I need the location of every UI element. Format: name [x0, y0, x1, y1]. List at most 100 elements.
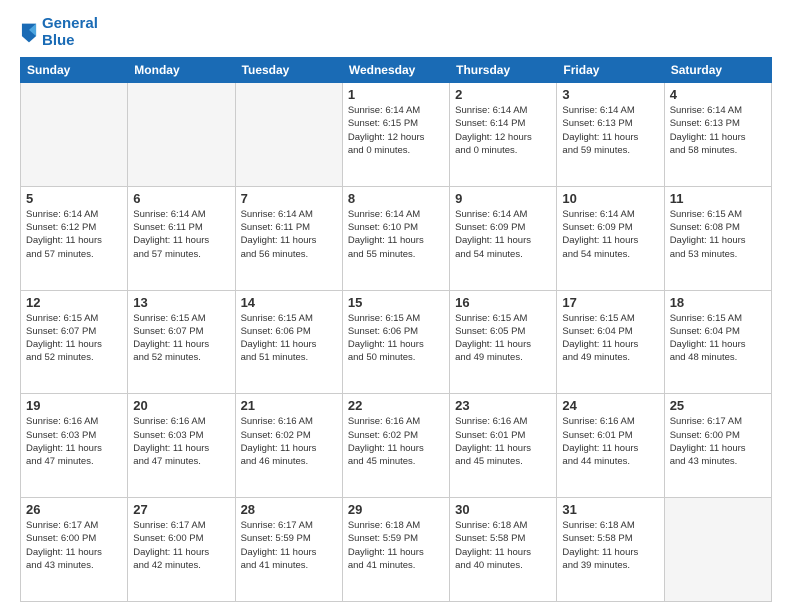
day-number: 24: [562, 398, 658, 413]
day-number: 3: [562, 87, 658, 102]
day-info: Sunrise: 6:14 AM Sunset: 6:11 PM Dayligh…: [133, 208, 229, 261]
calendar-cell-0-4: 2Sunrise: 6:14 AM Sunset: 6:14 PM Daylig…: [450, 83, 557, 187]
day-number: 30: [455, 502, 551, 517]
calendar-cell-0-5: 3 Sunrise: 6:14 AM Sunset: 6:13 PM Daylig…: [557, 83, 664, 187]
day-number: 31: [562, 502, 658, 517]
week-row-2: 12 Sunrise: 6:15 AM Sunset: 6:07 PM Dayli…: [21, 290, 772, 394]
day-info: Sunrise: 6:16 AM Sunset: 6:03 PM Dayligh…: [133, 415, 229, 468]
day-info: Sunrise: 6:18 AM Sunset: 5:58 PM Dayligh…: [455, 519, 551, 572]
day-info: Sunrise: 6:18 AM Sunset: 5:59 PM Dayligh…: [348, 519, 444, 572]
calendar-cell-2-4: 16Sunrise: 6:15 AM Sunset: 6:05 PM Dayli…: [450, 290, 557, 394]
calendar-cell-2-0: 12 Sunrise: 6:15 AM Sunset: 6:07 PM Dayli…: [21, 290, 128, 394]
day-number: 5: [26, 191, 122, 206]
day-info: Sunrise: 6:15 AM Sunset: 6:07 PM Dayligh…: [26, 312, 122, 365]
day-number: 25: [670, 398, 766, 413]
day-number: 18: [670, 295, 766, 310]
day-number: 28: [241, 502, 337, 517]
day-info: Sunrise: 6:14 AM Sunset: 6:09 PM Dayligh…: [455, 208, 551, 261]
day-number: 29: [348, 502, 444, 517]
calendar-cell-0-6: 4Sunrise: 6:14 AM Sunset: 6:13 PM Daylig…: [664, 83, 771, 187]
calendar-cell-3-6: 25 Sunrise: 6:17 AM Sunset: 6:00 PM Dayli…: [664, 394, 771, 498]
calendar-cell-3-5: 24 Sunrise: 6:16 AM Sunset: 6:01 PM Dayli…: [557, 394, 664, 498]
day-number: 16: [455, 295, 551, 310]
day-number: 17: [562, 295, 658, 310]
calendar-cell-1-0: 5Sunrise: 6:14 AM Sunset: 6:12 PM Daylig…: [21, 186, 128, 290]
calendar-cell-3-4: 23 Sunrise: 6:16 AM Sunset: 6:01 PM Dayli…: [450, 394, 557, 498]
day-number: 21: [241, 398, 337, 413]
day-number: 23: [455, 398, 551, 413]
logo-icon: [20, 22, 38, 44]
calendar-cell-1-4: 9 Sunrise: 6:14 AM Sunset: 6:09 PM Daylig…: [450, 186, 557, 290]
calendar-cell-1-5: 10 Sunrise: 6:14 AM Sunset: 6:09 PM Dayli…: [557, 186, 664, 290]
week-row-3: 19Sunrise: 6:16 AM Sunset: 6:03 PM Dayli…: [21, 394, 772, 498]
weekday-header-wednesday: Wednesday: [342, 58, 449, 83]
weekday-header-sunday: Sunday: [21, 58, 128, 83]
day-info: Sunrise: 6:15 AM Sunset: 6:07 PM Dayligh…: [133, 312, 229, 365]
day-info: Sunrise: 6:14 AM Sunset: 6:10 PM Dayligh…: [348, 208, 444, 261]
day-info: Sunrise: 6:15 AM Sunset: 6:04 PM Dayligh…: [562, 312, 658, 365]
weekday-header-row: SundayMondayTuesdayWednesdayThursdayFrid…: [21, 58, 772, 83]
day-info: Sunrise: 6:16 AM Sunset: 6:02 PM Dayligh…: [348, 415, 444, 468]
calendar-table: SundayMondayTuesdayWednesdayThursdayFrid…: [20, 57, 772, 602]
calendar-cell-0-2: [235, 83, 342, 187]
day-number: 11: [670, 191, 766, 206]
day-number: 20: [133, 398, 229, 413]
calendar-cell-3-0: 19Sunrise: 6:16 AM Sunset: 6:03 PM Dayli…: [21, 394, 128, 498]
calendar-cell-0-0: [21, 83, 128, 187]
calendar-cell-4-0: 26 Sunrise: 6:17 AM Sunset: 6:00 PM Dayli…: [21, 498, 128, 602]
calendar-cell-3-1: 20 Sunrise: 6:16 AM Sunset: 6:03 PM Dayli…: [128, 394, 235, 498]
day-info: Sunrise: 6:14 AM Sunset: 6:13 PM Dayligh…: [562, 104, 658, 157]
calendar-cell-2-2: 14 Sunrise: 6:15 AM Sunset: 6:06 PM Dayli…: [235, 290, 342, 394]
day-info: Sunrise: 6:15 AM Sunset: 6:06 PM Dayligh…: [241, 312, 337, 365]
calendar-cell-0-1: [128, 83, 235, 187]
day-number: 14: [241, 295, 337, 310]
day-info: Sunrise: 6:16 AM Sunset: 6:01 PM Dayligh…: [562, 415, 658, 468]
weekday-header-tuesday: Tuesday: [235, 58, 342, 83]
day-number: 15: [348, 295, 444, 310]
day-info: Sunrise: 6:14 AM Sunset: 6:09 PM Dayligh…: [562, 208, 658, 261]
day-number: 9: [455, 191, 551, 206]
calendar-cell-4-4: 30 Sunrise: 6:18 AM Sunset: 5:58 PM Dayli…: [450, 498, 557, 602]
calendar-cell-1-6: 11 Sunrise: 6:15 AM Sunset: 6:08 PM Dayli…: [664, 186, 771, 290]
day-info: Sunrise: 6:14 AM Sunset: 6:11 PM Dayligh…: [241, 208, 337, 261]
logo: General Blue: [20, 16, 98, 49]
weekday-header-monday: Monday: [128, 58, 235, 83]
calendar-cell-4-1: 27 Sunrise: 6:17 AM Sunset: 6:00 PM Dayli…: [128, 498, 235, 602]
day-info: Sunrise: 6:16 AM Sunset: 6:01 PM Dayligh…: [455, 415, 551, 468]
day-info: Sunrise: 6:16 AM Sunset: 6:02 PM Dayligh…: [241, 415, 337, 468]
day-info: Sunrise: 6:14 AM Sunset: 6:13 PM Dayligh…: [670, 104, 766, 157]
day-info: Sunrise: 6:15 AM Sunset: 6:08 PM Dayligh…: [670, 208, 766, 261]
day-info: Sunrise: 6:17 AM Sunset: 6:00 PM Dayligh…: [133, 519, 229, 572]
calendar-cell-0-3: 1 Sunrise: 6:14 AM Sunset: 6:15 PM Daylig…: [342, 83, 449, 187]
day-number: 1: [348, 87, 444, 102]
day-number: 8: [348, 191, 444, 206]
calendar-cell-1-3: 8 Sunrise: 6:14 AM Sunset: 6:10 PM Daylig…: [342, 186, 449, 290]
calendar-cell-2-6: 18 Sunrise: 6:15 AM Sunset: 6:04 PM Dayli…: [664, 290, 771, 394]
day-info: Sunrise: 6:17 AM Sunset: 6:00 PM Dayligh…: [670, 415, 766, 468]
day-info: Sunrise: 6:14 AM Sunset: 6:15 PM Dayligh…: [348, 104, 444, 157]
page: General Blue SundayMondayTuesdayWednesda…: [0, 0, 792, 612]
day-number: 7: [241, 191, 337, 206]
calendar-cell-4-5: 31 Sunrise: 6:18 AM Sunset: 5:58 PM Dayli…: [557, 498, 664, 602]
day-number: 10: [562, 191, 658, 206]
day-number: 12: [26, 295, 122, 310]
week-row-0: 1 Sunrise: 6:14 AM Sunset: 6:15 PM Daylig…: [21, 83, 772, 187]
calendar-cell-3-3: 22 Sunrise: 6:16 AM Sunset: 6:02 PM Dayli…: [342, 394, 449, 498]
day-number: 6: [133, 191, 229, 206]
day-info: Sunrise: 6:17 AM Sunset: 5:59 PM Dayligh…: [241, 519, 337, 572]
day-number: 22: [348, 398, 444, 413]
day-info: Sunrise: 6:17 AM Sunset: 6:00 PM Dayligh…: [26, 519, 122, 572]
calendar-cell-4-3: 29 Sunrise: 6:18 AM Sunset: 5:59 PM Dayli…: [342, 498, 449, 602]
day-number: 26: [26, 502, 122, 517]
calendar-cell-4-2: 28 Sunrise: 6:17 AM Sunset: 5:59 PM Dayli…: [235, 498, 342, 602]
day-info: Sunrise: 6:16 AM Sunset: 6:03 PM Dayligh…: [26, 415, 122, 468]
day-number: 27: [133, 502, 229, 517]
day-info: Sunrise: 6:18 AM Sunset: 5:58 PM Dayligh…: [562, 519, 658, 572]
calendar-cell-2-1: 13 Sunrise: 6:15 AM Sunset: 6:07 PM Dayli…: [128, 290, 235, 394]
header: General Blue: [20, 16, 772, 49]
day-info: Sunrise: 6:15 AM Sunset: 6:04 PM Dayligh…: [670, 312, 766, 365]
calendar-cell-3-2: 21 Sunrise: 6:16 AM Sunset: 6:02 PM Dayli…: [235, 394, 342, 498]
day-number: 13: [133, 295, 229, 310]
calendar-cell-1-1: 6 Sunrise: 6:14 AM Sunset: 6:11 PM Daylig…: [128, 186, 235, 290]
week-row-4: 26 Sunrise: 6:17 AM Sunset: 6:00 PM Dayli…: [21, 498, 772, 602]
